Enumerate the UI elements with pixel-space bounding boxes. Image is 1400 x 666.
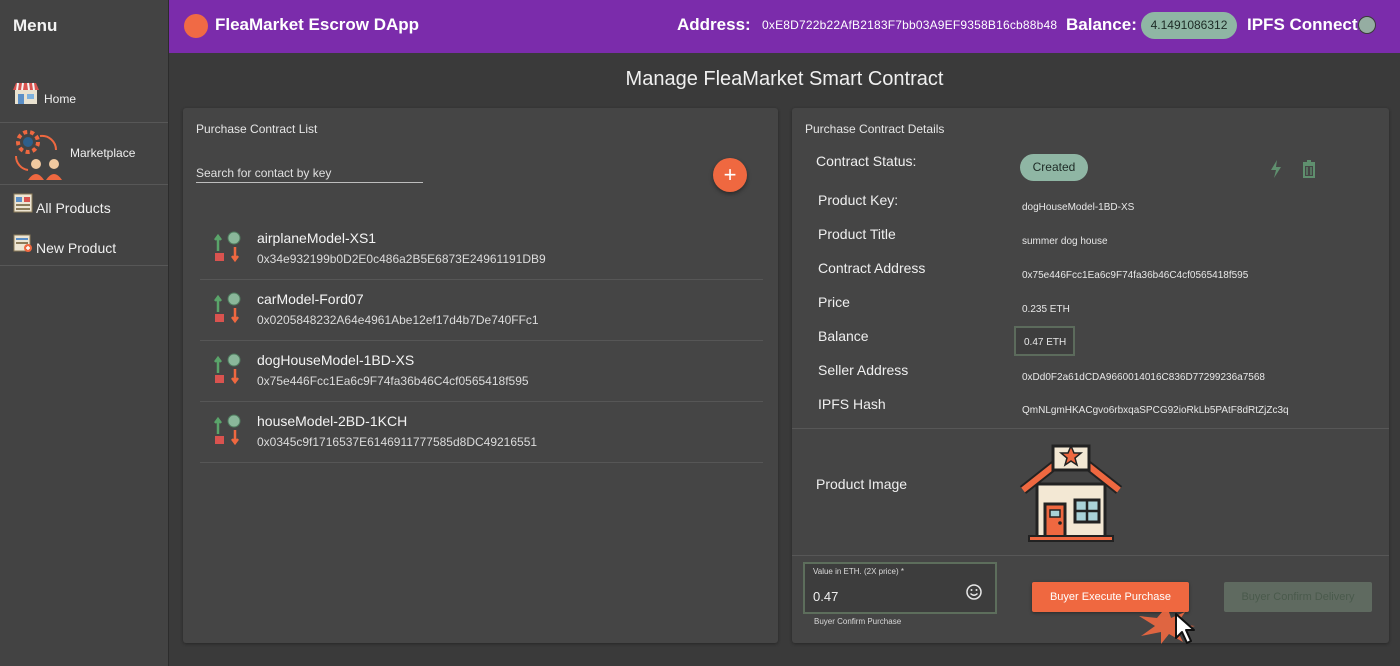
contract-address: 0x0205848232A64e4961Abe12ef17d4b7De740FF… (257, 313, 539, 327)
shop-icon (13, 82, 39, 104)
ipfs-status-indicator (1358, 16, 1376, 34)
buyer-confirm-delivery-button[interactable]: Buyer Confirm Delivery (1224, 582, 1372, 612)
contract-address-value: 0x75e446Fcc1Ea6c9F74fa36b46C4cf0565418f5… (1022, 270, 1249, 281)
contract-transfer-icon (214, 292, 241, 324)
sidebar-item-all-products[interactable]: All Products (0, 184, 168, 224)
ipfs-hash-value: QmNLgmHKACgvo6rbxqaSPCG92ioRkLb5PAtF8dRt… (1022, 405, 1289, 416)
sidebar-item-marketplace[interactable]: Marketplace (0, 122, 168, 185)
page-title: Manage FleaMarket Smart Contract (625, 68, 944, 90)
contract-transfer-icon (214, 231, 241, 263)
balance-detail-value: 0.47 ETH (1024, 337, 1067, 348)
seller-address-label: Seller Address (818, 362, 909, 378)
balance-value-box: 0.47 ETH (1014, 326, 1075, 356)
contract-key: carModel-Ford07 (257, 291, 364, 307)
sidebar-item-label: Marketplace (70, 146, 136, 160)
contract-transfer-icon (214, 414, 241, 446)
sidebar-item-home[interactable]: Home (0, 70, 168, 123)
menu-title: Menu (13, 16, 58, 35)
marketplace-gear-people-icon (14, 130, 62, 180)
address-label: Address: (677, 15, 751, 34)
eth-value-helper: Buyer Confirm Purchase (814, 617, 902, 626)
eth-value-input[interactable]: Value in ETH. (2X price) * 0.47 (803, 562, 997, 614)
lightning-icon[interactable] (1270, 160, 1282, 178)
product-list-icon (13, 193, 33, 213)
product-key-value: dogHouseModel-1BD-XS (1022, 202, 1135, 213)
new-product-icon (13, 234, 32, 252)
address-value: 0xE8D722b22AfB2183F7bb03A9EF9358B16cb88b… (762, 18, 1058, 32)
contract-address: 0x0345c9f1716537E6146911777585d8DC492165… (257, 435, 538, 449)
seller-address-value: 0xDd0F2a61dCDA9660014016C836D77299236a75… (1022, 372, 1265, 383)
search-input[interactable] (196, 164, 423, 183)
divider (792, 428, 1389, 429)
list-item[interactable]: carModel-Ford07 0x0205848232A64e4961Abe1… (200, 280, 763, 341)
contract-key: airplaneModel-XS1 (257, 230, 377, 246)
ipfs-hash-label: IPFS Hash (818, 396, 886, 412)
app-logo-icon (184, 14, 208, 38)
contract-details-panel: Purchase Contract Details Contract Statu… (792, 108, 1389, 644)
contract-address: 0x75e446Fcc1Ea6c9F74fa36b46C4cf0565418f5… (257, 374, 529, 388)
divider (792, 555, 1389, 556)
contract-address: 0x34e932199b0D2E0c486a2B5E6873E24961191D… (257, 252, 546, 266)
contract-address-label: Contract Address (818, 260, 926, 276)
app-title: FleaMarket Escrow DApp (215, 15, 420, 34)
status-badge: Created (1020, 154, 1088, 181)
product-title-label: Product Title (818, 226, 896, 242)
price-label: Price (818, 294, 850, 310)
contract-key: dogHouseModel-1BD-XS (257, 352, 415, 368)
contract-list-title: Purchase Contract List (196, 122, 318, 136)
add-contract-button[interactable]: + (713, 158, 747, 192)
list-item[interactable]: houseModel-2BD-1KCH 0x0345c9f1716537E614… (200, 402, 763, 463)
contract-list-panel: Purchase Contract List + airplaneModel-X… (183, 108, 778, 643)
list-item[interactable]: airplaneModel-XS1 0x34e932199b0D2E0c486a… (200, 219, 763, 280)
eth-value-label: Value in ETH. (2X price) * (813, 567, 904, 576)
sidebar-item-label: Home (44, 92, 77, 106)
trash-icon[interactable] (1302, 160, 1316, 178)
sidebar: Menu Home Marketplace All Products New P… (0, 0, 169, 666)
product-image-label: Product Image (816, 476, 908, 492)
list-item[interactable]: dogHouseModel-1BD-XS 0x75e446Fcc1Ea6c9F7… (200, 341, 763, 402)
contract-key: houseModel-2BD-1KCH (257, 413, 408, 429)
eth-value-text[interactable]: 0.47 (813, 589, 838, 604)
product-key-label: Product Key: (818, 192, 899, 208)
sidebar-item-new-product[interactable]: New Product (0, 224, 168, 266)
ipfs-connect-label: IPFS Connect: (1247, 15, 1364, 34)
contract-details-title: Purchase Contract Details (805, 122, 945, 136)
sidebar-item-label: New Product (36, 240, 117, 256)
balance-detail-label: Balance (818, 328, 869, 344)
mouse-cursor-icon (1175, 613, 1195, 644)
smiley-icon[interactable] (966, 584, 982, 600)
status-label: Contract Status: (816, 153, 917, 169)
balance-label: Balance: (1066, 15, 1137, 34)
app-header: FleaMarket Escrow DApp Address: 0xE8D722… (169, 0, 1400, 53)
contract-transfer-icon (214, 353, 241, 385)
price-value: 0.235 ETH (1022, 304, 1070, 315)
product-title-value: summer dog house (1022, 236, 1108, 247)
product-image-house (1019, 444, 1123, 542)
balance-chip: 4.1491086312 (1141, 12, 1237, 39)
sidebar-item-label: All Products (36, 200, 111, 216)
